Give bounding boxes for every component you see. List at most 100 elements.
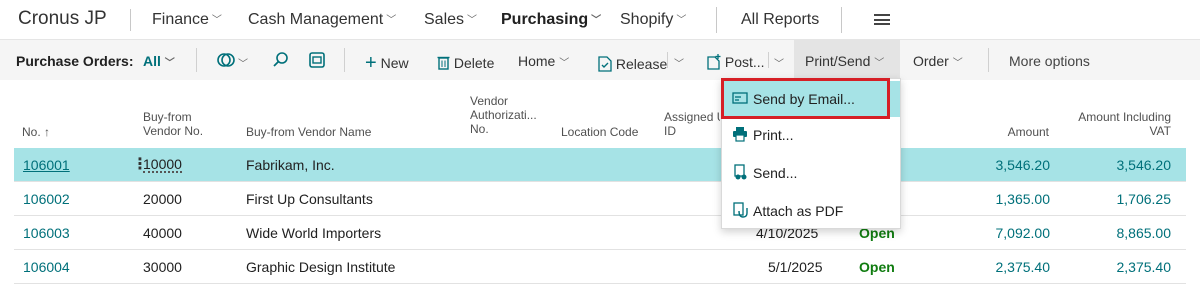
vendor-name-cell: Wide World Importers: [246, 225, 382, 241]
menu-item-label: Attach as PDF: [753, 203, 844, 219]
amount-cell[interactable]: 3,546.20: [954, 157, 1051, 173]
col-header-line: Authorizati...: [470, 108, 537, 122]
col-header-line: Amount Including: [1078, 110, 1171, 124]
order-no-link[interactable]: 106003: [23, 225, 70, 241]
menu-item-send[interactable]: Send...: [722, 155, 900, 191]
amount-cell[interactable]: 7,092.00: [954, 225, 1051, 241]
table-row[interactable]: 106003 40000 Wide World Importers 4/10/2…: [14, 216, 1186, 250]
col-header-vendor-no[interactable]: Buy-from Vendor No.: [143, 110, 203, 138]
new-button[interactable]: + New: [365, 51, 409, 74]
menu-item-print[interactable]: Print...: [722, 117, 900, 153]
post-button[interactable]: Post...: [707, 51, 765, 70]
nav-cash-management[interactable]: Cash Management ﹀: [248, 11, 396, 29]
nav-finance[interactable]: Finance ﹀: [152, 11, 222, 29]
search-icon[interactable]: [272, 51, 290, 69]
more-options-button[interactable]: More options: [1009, 53, 1090, 69]
chevron-down-icon[interactable]: ﹀: [238, 54, 248, 70]
col-header-line: Buy-from: [143, 110, 192, 124]
col-header-line: Vendor: [470, 94, 509, 108]
order-no-link[interactable]: 106001: [23, 157, 70, 173]
col-header-amount[interactable]: Amount: [960, 125, 1049, 139]
new-label: New: [380, 55, 409, 71]
view-filter-label: All: [143, 53, 161, 69]
filter-pane-icon[interactable]: [217, 51, 235, 69]
view-filter-dropdown[interactable]: All ﹀: [143, 53, 175, 69]
release-dropdown-chevron[interactable]: ﹀: [674, 54, 684, 70]
col-header-line: VAT: [1149, 124, 1171, 138]
col-header-line: Vendor No.: [143, 124, 204, 138]
col-header-no[interactable]: No. ↑: [22, 125, 50, 139]
print-send-menu[interactable]: Print/Send ﹀: [805, 53, 884, 69]
amount-cell[interactable]: 2,375.40: [954, 259, 1051, 275]
action-divider: [344, 48, 345, 72]
nav-all-reports[interactable]: All Reports: [741, 11, 819, 29]
send-document-icon: [734, 164, 747, 180]
status-cell: Open: [859, 259, 895, 275]
amount-incl-vat-cell[interactable]: 8,865.00: [1074, 225, 1172, 241]
chevron-down-icon: ﹀: [164, 58, 175, 69]
nav-label: Purchasing: [501, 11, 589, 28]
post-dropdown-chevron[interactable]: ﹀: [774, 54, 784, 70]
menu-item-label: Send...: [753, 165, 798, 181]
col-header-line: ID: [664, 124, 676, 138]
col-header-vendor-name[interactable]: Buy-from Vendor Name: [246, 125, 371, 139]
vendor-name-cell: First Up Consultants: [246, 191, 373, 207]
company-name[interactable]: Cronus JP: [18, 8, 107, 30]
post-document-icon: [707, 54, 721, 70]
action-divider: [196, 48, 197, 72]
chevron-down-icon: ﹀: [874, 58, 885, 69]
col-header-vendor-authorization[interactable]: Vendor Authorizati... No.: [470, 94, 537, 136]
printer-icon: [733, 127, 747, 142]
table-row[interactable]: 106002 20000 First Up Consultants 1,365.…: [14, 182, 1186, 216]
nav-label: Sales: [424, 11, 465, 28]
nav-sales[interactable]: Sales ﹀: [424, 11, 477, 29]
nav-divider: [716, 7, 717, 33]
order-no-link[interactable]: 106004: [23, 259, 70, 275]
hamburger-menu-icon[interactable]: [874, 14, 890, 25]
col-header-assigned-user[interactable]: Assigned U ID: [664, 110, 720, 138]
col-header-amount-incl-vat[interactable]: Amount Including VAT: [1040, 110, 1171, 138]
order-no-link[interactable]: 106002: [23, 191, 70, 207]
col-header-location-code[interactable]: Location Code: [561, 125, 638, 139]
nav-label: Shopify: [620, 11, 674, 28]
col-header-line: Assigned U: [664, 110, 720, 124]
vendor-no-cell[interactable]: 10000: [143, 157, 182, 173]
menu-item-attach-as-pdf[interactable]: Attach as PDF: [722, 193, 900, 229]
document-date-cell: 5/1/2025: [768, 259, 823, 275]
menu-item-label: Print...: [753, 127, 794, 143]
release-label: Release: [615, 56, 668, 72]
order-menu[interactable]: Order ﹀: [913, 53, 963, 69]
print-send-label: Print/Send: [805, 53, 871, 69]
analysis-mode-icon[interactable]: [308, 51, 326, 69]
trash-icon: [437, 56, 450, 70]
plus-icon: +: [365, 52, 377, 74]
nav-label: Cash Management: [248, 11, 384, 28]
order-label: Order: [913, 53, 949, 69]
delete-label: Delete: [453, 55, 495, 71]
nav-shopify[interactable]: Shopify ﹀: [620, 11, 686, 29]
nav-label: Finance: [152, 11, 209, 28]
table-row[interactable]: 106001 ⋮ 10000 Fabrikam, Inc. 3,546.20 3…: [14, 148, 1186, 182]
chevron-down-icon: ﹀: [467, 15, 478, 26]
vendor-name-cell: Graphic Design Institute: [246, 259, 396, 275]
nav-purchasing[interactable]: Purchasing ﹀: [501, 11, 601, 29]
action-divider: [768, 52, 769, 68]
home-label: Home: [518, 53, 556, 69]
vendor-no-cell: 20000: [143, 191, 182, 207]
chevron-down-icon: ﹀: [386, 15, 397, 26]
amount-incl-vat-cell[interactable]: 2,375.40: [1074, 259, 1172, 275]
table-row[interactable]: 106004 30000 Graphic Design Institute 5/…: [14, 250, 1186, 284]
chevron-down-icon: ﹀: [559, 58, 570, 69]
chevron-down-icon: ﹀: [676, 15, 687, 26]
home-menu[interactable]: Home ﹀: [518, 53, 569, 69]
page-caption: Purchase Orders:: [16, 53, 134, 69]
vendor-no-cell: 30000: [143, 259, 182, 275]
amount-incl-vat-cell[interactable]: 1,706.25: [1074, 191, 1172, 207]
chevron-down-icon: ﹀: [591, 15, 602, 26]
delete-button[interactable]: Delete: [437, 53, 494, 71]
amount-cell[interactable]: 1,365.00: [954, 191, 1051, 207]
top-navigation: Cronus JP Finance ﹀ Cash Management ﹀ Sale…: [0, 0, 1200, 40]
amount-incl-vat-cell[interactable]: 3,546.20: [1074, 157, 1172, 173]
action-divider: [988, 48, 989, 72]
release-button[interactable]: Release: [598, 53, 667, 72]
